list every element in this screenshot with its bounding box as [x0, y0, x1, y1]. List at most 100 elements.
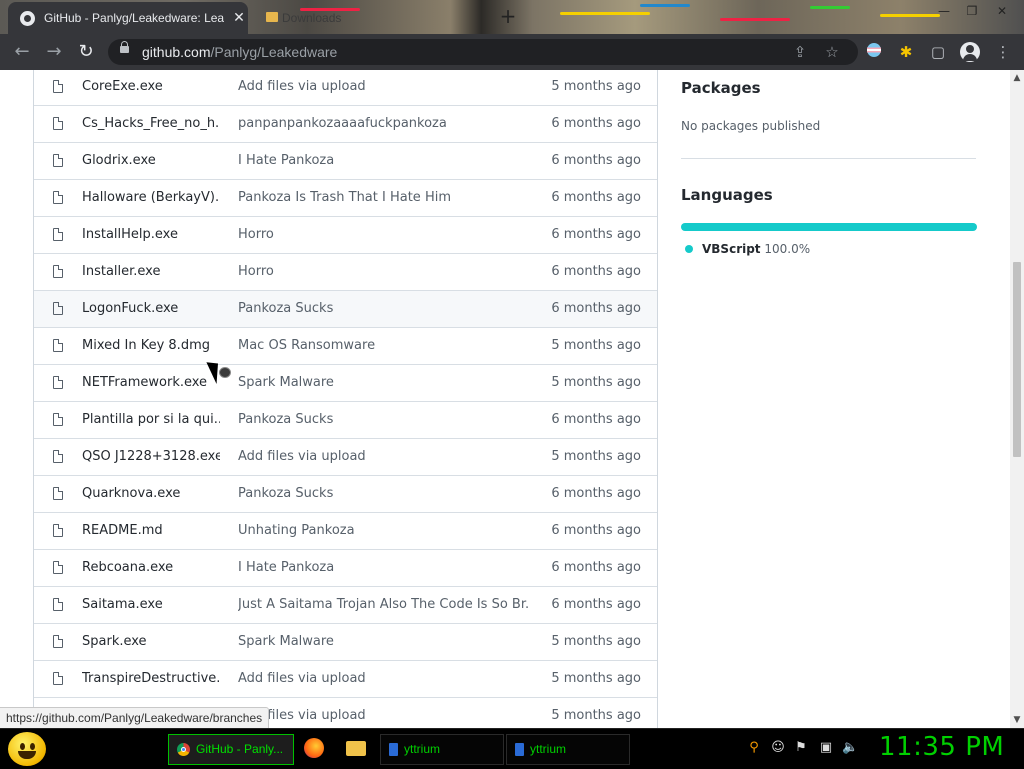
- file-row[interactable]: README.md Unhating Pankoza 6 months ago: [34, 512, 657, 549]
- no-packages-text: No packages published: [681, 119, 821, 133]
- forward-button[interactable]: →: [43, 41, 65, 63]
- file-name-link[interactable]: LogonFuck.exe: [82, 301, 220, 316]
- file-row[interactable]: Mixed In Key 8.dmg Mac OS Ransomware 5 mon…: [34, 327, 657, 364]
- file-name-link[interactable]: NETFramework.exe: [82, 375, 220, 390]
- file-name-link[interactable]: Saitama.exe: [82, 597, 220, 612]
- reload-button[interactable]: ↻: [75, 41, 97, 63]
- search-icon[interactable]: ⚲: [746, 740, 762, 756]
- file-row[interactable]: NETFramework.exe Spark Malware 5 months ag…: [34, 364, 657, 401]
- commit-message-link[interactable]: Pankoza Sucks: [238, 412, 528, 427]
- start-smiley-icon[interactable]: [8, 732, 46, 766]
- profile-avatar-icon[interactable]: [960, 42, 980, 62]
- close-window-button[interactable]: ✕: [988, 2, 1016, 20]
- file-icon: [53, 561, 63, 574]
- commit-message-link[interactable]: Pankoza Sucks: [238, 486, 528, 501]
- file-name-link[interactable]: CoreExe.exe: [82, 79, 220, 94]
- file-row[interactable]: Rebcoana.exe I Hate Pankoza 6 months ago: [34, 549, 657, 586]
- commit-message-link[interactable]: Add files via upload: [238, 671, 528, 686]
- maximize-button[interactable]: ❐: [958, 2, 986, 20]
- flag-extension-icon[interactable]: [864, 42, 884, 62]
- file-row[interactable]: LogonFuck.exe Pankoza Sucks 6 months ago: [34, 290, 657, 327]
- packages-heading[interactable]: Packages: [681, 79, 761, 97]
- commit-message-link[interactable]: Just A Saitama Trojan Also The Code Is S…: [238, 597, 528, 612]
- language-item[interactable]: VBScript 100.0%: [685, 242, 810, 256]
- network-icon[interactable]: ▣: [818, 740, 834, 756]
- commit-age: 5 months ago: [551, 708, 641, 723]
- file-name-link[interactable]: TranspireDestructive....: [82, 671, 220, 686]
- file-row[interactable]: Halloware (BerkayV).... Pankoza Is Trash …: [34, 179, 657, 216]
- scroll-up-arrow-icon[interactable]: ▲: [1012, 72, 1022, 84]
- file-icon: [53, 80, 63, 93]
- commit-message-link[interactable]: Spark Malware: [238, 375, 528, 390]
- file-name-link[interactable]: Mixed In Key 8.dmg: [82, 338, 220, 353]
- chrome-menu-icon[interactable]: ⋮: [993, 42, 1013, 62]
- language-name: VBScript: [702, 242, 761, 256]
- commit-message-link[interactable]: Horro: [238, 227, 528, 242]
- scroll-down-arrow-icon[interactable]: ▼: [1012, 714, 1022, 726]
- commit-message-link[interactable]: panpanpankozaaaafuckpankoza: [238, 116, 528, 131]
- taskbar-yttrium-button-1[interactable]: yttrium: [380, 734, 504, 765]
- commit-message-link[interactable]: Pankoza Sucks: [238, 301, 528, 316]
- new-tab-button[interactable]: +: [498, 6, 518, 26]
- taskbar-yttrium-button-2[interactable]: yttrium: [506, 734, 630, 765]
- minimize-button[interactable]: —: [930, 2, 958, 20]
- commit-message-link[interactable]: Add files via upload: [238, 79, 528, 94]
- commit-message-link[interactable]: Add files via upload: [238, 449, 528, 464]
- file-name-link[interactable]: InstallHelp.exe: [82, 227, 220, 242]
- file-name-link[interactable]: Plantilla por si la qui...: [82, 412, 220, 427]
- extensions-icon[interactable]: ✱: [896, 42, 916, 62]
- action-center-flag-icon[interactable]: ⚑: [793, 740, 809, 756]
- file-name-link[interactable]: Cs_Hacks_Free_no_h...: [82, 116, 220, 131]
- file-icon: [53, 228, 63, 241]
- file-row[interactable]: Spark.exe Spark Malware 5 months ago: [34, 623, 657, 660]
- commit-message-link[interactable]: Unhating Pankoza: [238, 523, 528, 538]
- file-row[interactable]: Cs_Hacks_Free_no_h... panpanpankozaaaafuc…: [34, 105, 657, 142]
- file-name-link[interactable]: Rebcoana.exe: [82, 560, 220, 575]
- file-name-link[interactable]: Halloware (BerkayV)....: [82, 190, 220, 205]
- commit-message-link[interactable]: Mac OS Ransomware: [238, 338, 528, 353]
- file-row[interactable]: Glodrix.exe I Hate Pankoza 6 months ago: [34, 142, 657, 179]
- taskbar-clock[interactable]: 11:35 PM: [879, 732, 1004, 762]
- side-panel-icon[interactable]: ▢: [928, 42, 948, 62]
- file-name-link[interactable]: Spark.exe: [82, 634, 220, 649]
- address-bar[interactable]: github.com/Panlyg/Leakedware ⇪ ☆: [108, 39, 858, 65]
- back-button[interactable]: ←: [11, 41, 33, 63]
- commit-age: 6 months ago: [551, 597, 641, 612]
- commit-message-link[interactable]: Add files via upload: [238, 708, 528, 723]
- file-row[interactable]: CoreExe.exe Add files via upload 5 months …: [34, 70, 657, 105]
- url-host: github.com: [142, 44, 211, 60]
- commit-message-link[interactable]: I Hate Pankoza: [238, 153, 528, 168]
- file-name-link[interactable]: Glodrix.exe: [82, 153, 220, 168]
- taskbar-button-label: GitHub - Panly...: [196, 742, 284, 756]
- commit-message-link[interactable]: Spark Malware: [238, 634, 528, 649]
- share-icon[interactable]: ⇪: [790, 42, 810, 62]
- close-tab-icon[interactable]: ✕: [230, 9, 248, 27]
- file-name-link[interactable]: QSO J1228+3128.exe: [82, 449, 220, 464]
- tab-downloads[interactable]: Downloads: [262, 2, 477, 32]
- file-row[interactable]: Installer.exe Horro 6 months ago: [34, 253, 657, 290]
- firefox-icon[interactable]: [304, 738, 324, 758]
- taskbar-chrome-button[interactable]: GitHub - Panly...: [168, 734, 294, 765]
- commit-age: 6 months ago: [551, 486, 641, 501]
- commit-age: 5 months ago: [551, 634, 641, 649]
- emoji-icon[interactable]: ☺: [770, 740, 786, 756]
- file-manager-icon[interactable]: [346, 741, 366, 756]
- file-row[interactable]: Saitama.exe Just A Saitama Trojan Also Th…: [34, 586, 657, 623]
- scrollbar-thumb[interactable]: [1013, 262, 1021, 457]
- file-row[interactable]: QSO J1228+3128.exe Add files via upload 5 …: [34, 438, 657, 475]
- volume-icon[interactable]: 🔈: [842, 740, 858, 756]
- file-name-link[interactable]: README.md: [82, 523, 220, 538]
- tab-github[interactable]: GitHub - Panlyg/Leakedware: Leakedware ✕: [8, 2, 248, 34]
- commit-message-link[interactable]: I Hate Pankoza: [238, 560, 528, 575]
- file-name-link[interactable]: Quarknova.exe: [82, 486, 220, 501]
- file-row[interactable]: Plantilla por si la qui... Pankoza Sucks 6…: [34, 401, 657, 438]
- lock-icon[interactable]: [120, 41, 129, 53]
- vertical-scrollbar[interactable]: ▲ ▼: [1010, 70, 1024, 728]
- file-name-link[interactable]: Installer.exe: [82, 264, 220, 279]
- commit-message-link[interactable]: Pankoza Is Trash That I Hate Him: [238, 190, 528, 205]
- commit-message-link[interactable]: Horro: [238, 264, 528, 279]
- file-row[interactable]: InstallHelp.exe Horro 6 months ago: [34, 216, 657, 253]
- file-row[interactable]: Quarknova.exe Pankoza Sucks 6 months ago: [34, 475, 657, 512]
- bookmark-star-icon[interactable]: ☆: [822, 42, 842, 62]
- file-row[interactable]: TranspireDestructive.... Add files via up…: [34, 660, 657, 697]
